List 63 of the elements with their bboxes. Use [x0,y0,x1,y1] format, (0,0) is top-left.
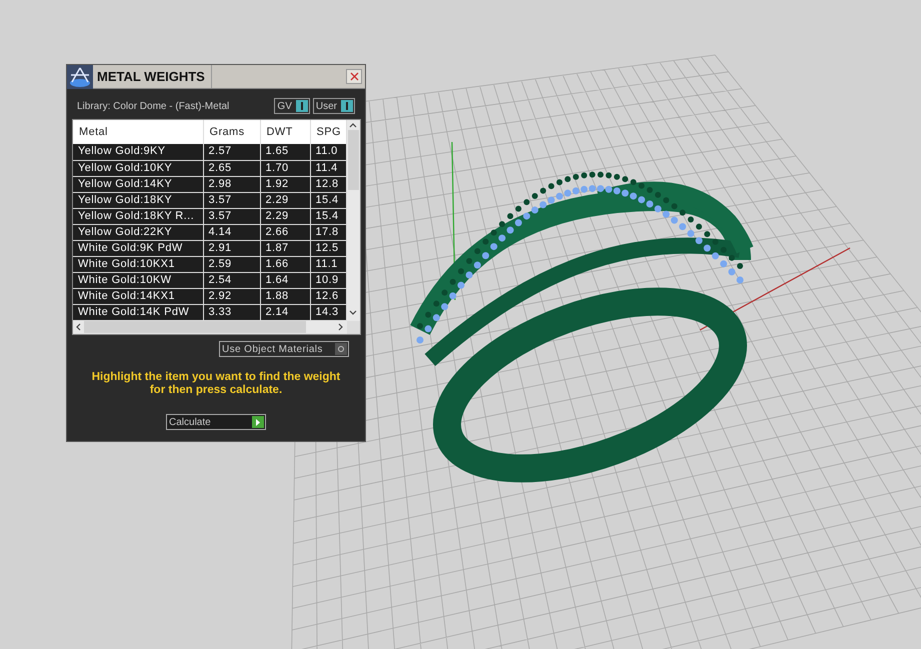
table-cell[interactable]: 1.70 [260,160,310,176]
table-cell[interactable]: Yellow Gold:10KY [73,160,203,176]
table-cell[interactable]: 2.65 [203,160,260,176]
scroll-down-icon [349,310,358,314]
scrollbar-thumb[interactable] [84,321,306,334]
scroll-up-icon [349,123,358,128]
table-cell[interactable]: 2.66 [260,224,310,240]
table-cell[interactable]: 12.5 [310,240,346,256]
horizontal-scrollbar[interactable] [73,320,347,334]
table-cell[interactable]: 2.29 [260,192,310,208]
table-cell[interactable]: 1.66 [260,256,310,272]
table-cell[interactable]: Yellow Gold:9KY [73,144,203,160]
toggle-switch[interactable]: User [312,98,355,114]
instruction-text: Highlight the item you want to find the weight for then press calculate. [90,371,342,397]
table-cell[interactable]: 3.33 [203,304,260,320]
table-cell[interactable]: 2.29 [260,208,310,224]
toggle-switch[interactable]: GV [274,98,310,114]
table-cell[interactable]: 2.14 [260,304,310,320]
table-cell[interactable]: 11.0 [310,144,346,160]
table-cell[interactable]: 2.57 [203,144,260,160]
app-logo-icon [67,64,93,88]
close-icon [350,72,358,81]
table-cell[interactable]: Yellow Gold:18KY R... [73,208,203,224]
window-title: METAL WEIGHTS [97,68,206,86]
table-cell[interactable]: 2.92 [203,288,260,304]
table-cell[interactable]: White Gold:14K PdW [73,304,203,320]
table-cell[interactable]: 4.14 [203,224,260,240]
calculate-button[interactable]: Calculate [166,414,266,430]
table-cell[interactable]: 3.57 [203,192,260,208]
table-cell[interactable]: 1.92 [260,176,310,192]
table-cell[interactable]: 3.57 [203,208,260,224]
table-cell[interactable]: 2.98 [203,176,260,192]
scrollbar-thumb[interactable] [348,130,359,190]
scroll-right-icon [338,323,343,332]
table-cell[interactable]: Yellow Gold:14KY [73,176,203,192]
table-cell[interactable]: 1.87 [260,240,310,256]
table-cell[interactable]: White Gold:10KW [73,272,203,288]
table-cell[interactable]: 12.6 [310,288,346,304]
table-cell[interactable]: 1.65 [260,144,310,160]
table-cell[interactable]: White Gold:14KX1 [73,288,203,304]
table-cell[interactable]: 14.3 [310,304,346,320]
table-cell[interactable]: 10.9 [310,272,346,288]
table-cell[interactable]: 1.64 [260,272,310,288]
table-cell[interactable]: Yellow Gold:18KY [73,192,203,208]
table-cell[interactable]: 2.91 [203,240,260,256]
table-cell[interactable]: 2.54 [203,272,260,288]
table-cell[interactable]: White Gold:9K PdW [73,240,203,256]
use-object-materials-toggle[interactable]: Use Object Materials [219,341,349,357]
table-cell[interactable]: White Gold:10KX1 [73,256,203,272]
table-cell[interactable]: 15.4 [310,208,346,224]
table-cell[interactable]: 15.4 [310,192,346,208]
vertical-scrollbar[interactable] [346,120,360,320]
table-cell[interactable]: 17.8 [310,224,346,240]
library-label: Library: Color Dome - (Fast)-Metal [77,100,230,114]
table-cell[interactable]: Yellow Gold:22KY [73,224,203,240]
scroll-left-icon [76,323,81,332]
table-cell[interactable]: 1.88 [260,288,310,304]
table-cell[interactable]: 11.1 [310,256,346,272]
table-cell[interactable]: 12.8 [310,176,346,192]
table-cell[interactable]: 11.4 [310,160,346,176]
play-icon [255,418,261,426]
close-button[interactable] [346,69,362,84]
table-cell[interactable]: 2.59 [203,256,260,272]
